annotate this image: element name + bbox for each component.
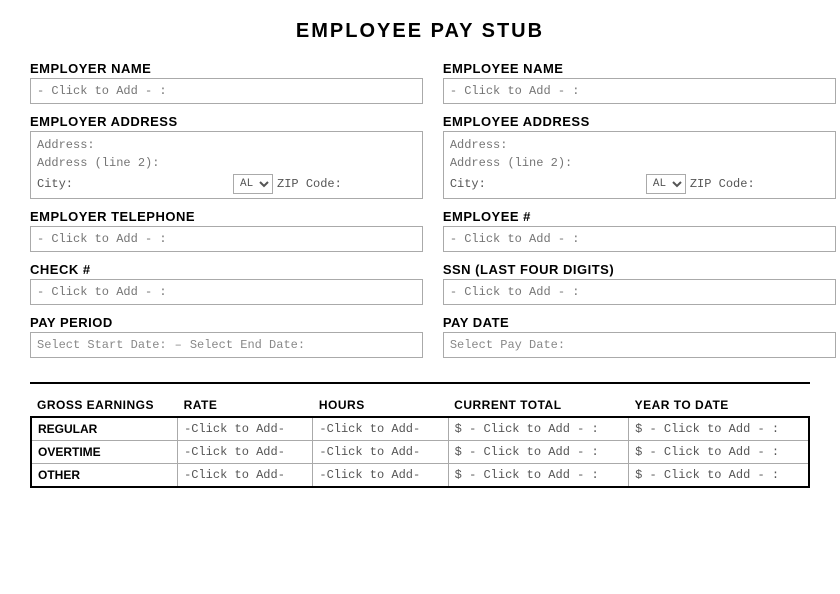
employer-zip-input[interactable]: [346, 177, 416, 191]
row-hours-0[interactable]: -Click to Add-: [313, 417, 448, 441]
header-gross-earnings: GROSS EARNINGS: [31, 394, 178, 417]
employee-address2-input[interactable]: [450, 154, 829, 172]
row-hours-2[interactable]: -Click to Add-: [313, 464, 448, 488]
row-current-2[interactable]: $ - Click to Add - :: [448, 464, 628, 488]
pay-date-box: Select Pay Date:: [443, 332, 836, 358]
employer-zip-label: ZIP Code:: [277, 177, 342, 191]
employee-address1-input[interactable]: [450, 136, 829, 154]
employee-address-group: EMPLOYEE ADDRESS City: ALAKAZARCA COCTDE…: [443, 114, 836, 199]
header-rate: RATE: [178, 394, 313, 417]
employee-name-label: EMPLOYEE NAME: [443, 61, 836, 76]
employer-address2-input[interactable]: [37, 154, 416, 172]
row-current-0[interactable]: $ - Click to Add - :: [448, 417, 628, 441]
table-row: OTHER -Click to Add- -Click to Add- $ - …: [31, 464, 809, 488]
employer-telephone-group: EMPLOYER TELEPHONE: [30, 209, 423, 252]
employer-name-input[interactable]: [30, 78, 423, 104]
employer-telephone-label: EMPLOYER TELEPHONE: [30, 209, 423, 224]
row-ytd-1[interactable]: $ - Click to Add - :: [629, 441, 809, 464]
row-rate-2[interactable]: -Click to Add-: [178, 464, 313, 488]
ssn-input[interactable]: [443, 279, 836, 305]
pay-period-start-label: Select Start Date:: [37, 338, 167, 352]
employee-state-select[interactable]: ALAKAZARCA COCTDEFLGA HIIDILINIA KSKYLAM…: [646, 174, 686, 194]
ssn-label: SSN (LAST FOUR DIGITS): [443, 262, 836, 277]
row-current-1[interactable]: $ - Click to Add - :: [448, 441, 628, 464]
row-ytd-0[interactable]: $ - Click to Add - :: [629, 417, 809, 441]
section-divider: [30, 382, 810, 384]
pay-date-label: PAY DATE: [443, 315, 836, 330]
employer-city-label: City:: [37, 177, 73, 191]
employer-city-input[interactable]: [77, 177, 229, 191]
employer-telephone-input[interactable]: [30, 226, 423, 252]
earnings-table: GROSS EARNINGS RATE HOURS CURRENT TOTAL …: [30, 394, 810, 488]
row-rate-1[interactable]: -Click to Add-: [178, 441, 313, 464]
employer-address-box: City: ALAKAZARCA COCTDEFLGA HIIDILINIA K…: [30, 131, 423, 199]
employer-address-group: EMPLOYER ADDRESS City: ALAKAZARCA COCTDE…: [30, 114, 423, 199]
employee-zip-input[interactable]: [759, 177, 829, 191]
pay-period-end-label: Select End Date:: [190, 338, 305, 352]
pay-date-placeholder: Select Pay Date:: [450, 338, 565, 352]
row-hours-1[interactable]: -Click to Add-: [313, 441, 448, 464]
employee-number-label: EMPLOYEE #: [443, 209, 836, 224]
employee-city-input[interactable]: [490, 177, 642, 191]
employee-zip-label: ZIP Code:: [690, 177, 755, 191]
employer-name-group: EMPLOYER NAME: [30, 61, 423, 104]
check-number-input[interactable]: [30, 279, 423, 305]
row-label-0: REGULAR: [31, 417, 178, 441]
employee-number-group: EMPLOYEE #: [443, 209, 836, 252]
employee-name-group: EMPLOYEE NAME: [443, 61, 836, 104]
header-current-total: CURRENT TOTAL: [448, 394, 628, 417]
employer-address1-input[interactable]: [37, 136, 416, 154]
table-row: OVERTIME -Click to Add- -Click to Add- $…: [31, 441, 809, 464]
employee-address-label: EMPLOYEE ADDRESS: [443, 114, 836, 129]
ssn-group: SSN (LAST FOUR DIGITS): [443, 262, 836, 305]
header-hours: HOURS: [313, 394, 448, 417]
pay-period-label: PAY PERIOD: [30, 315, 423, 330]
employee-name-input[interactable]: [443, 78, 836, 104]
row-label-1: OVERTIME: [31, 441, 178, 464]
employee-address-box: City: ALAKAZARCA COCTDEFLGA HIIDILINIA K…: [443, 131, 836, 199]
table-row: REGULAR -Click to Add- -Click to Add- $ …: [31, 417, 809, 441]
header-year-to-date: YEAR TO DATE: [629, 394, 809, 417]
row-ytd-2[interactable]: $ - Click to Add - :: [629, 464, 809, 488]
employee-city-label: City:: [450, 177, 486, 191]
check-number-label: CHECK #: [30, 262, 423, 277]
pay-period-group: PAY PERIOD Select Start Date: – Select E…: [30, 315, 423, 358]
row-rate-0[interactable]: -Click to Add-: [178, 417, 313, 441]
row-label-2: OTHER: [31, 464, 178, 488]
check-number-group: CHECK #: [30, 262, 423, 305]
page-title: EMPLOYEE PAY STUB: [30, 20, 810, 43]
employee-number-input[interactable]: [443, 226, 836, 252]
pay-date-group: PAY DATE Select Pay Date:: [443, 315, 836, 358]
pay-period-box: Select Start Date: – Select End Date:: [30, 332, 423, 358]
employer-address-label: EMPLOYER ADDRESS: [30, 114, 423, 129]
employer-state-select[interactable]: ALAKAZARCA COCTDEFLGA HIIDILINIA KSKYLAM…: [233, 174, 273, 194]
employer-name-label: EMPLOYER NAME: [30, 61, 423, 76]
pay-period-separator: –: [175, 338, 182, 352]
